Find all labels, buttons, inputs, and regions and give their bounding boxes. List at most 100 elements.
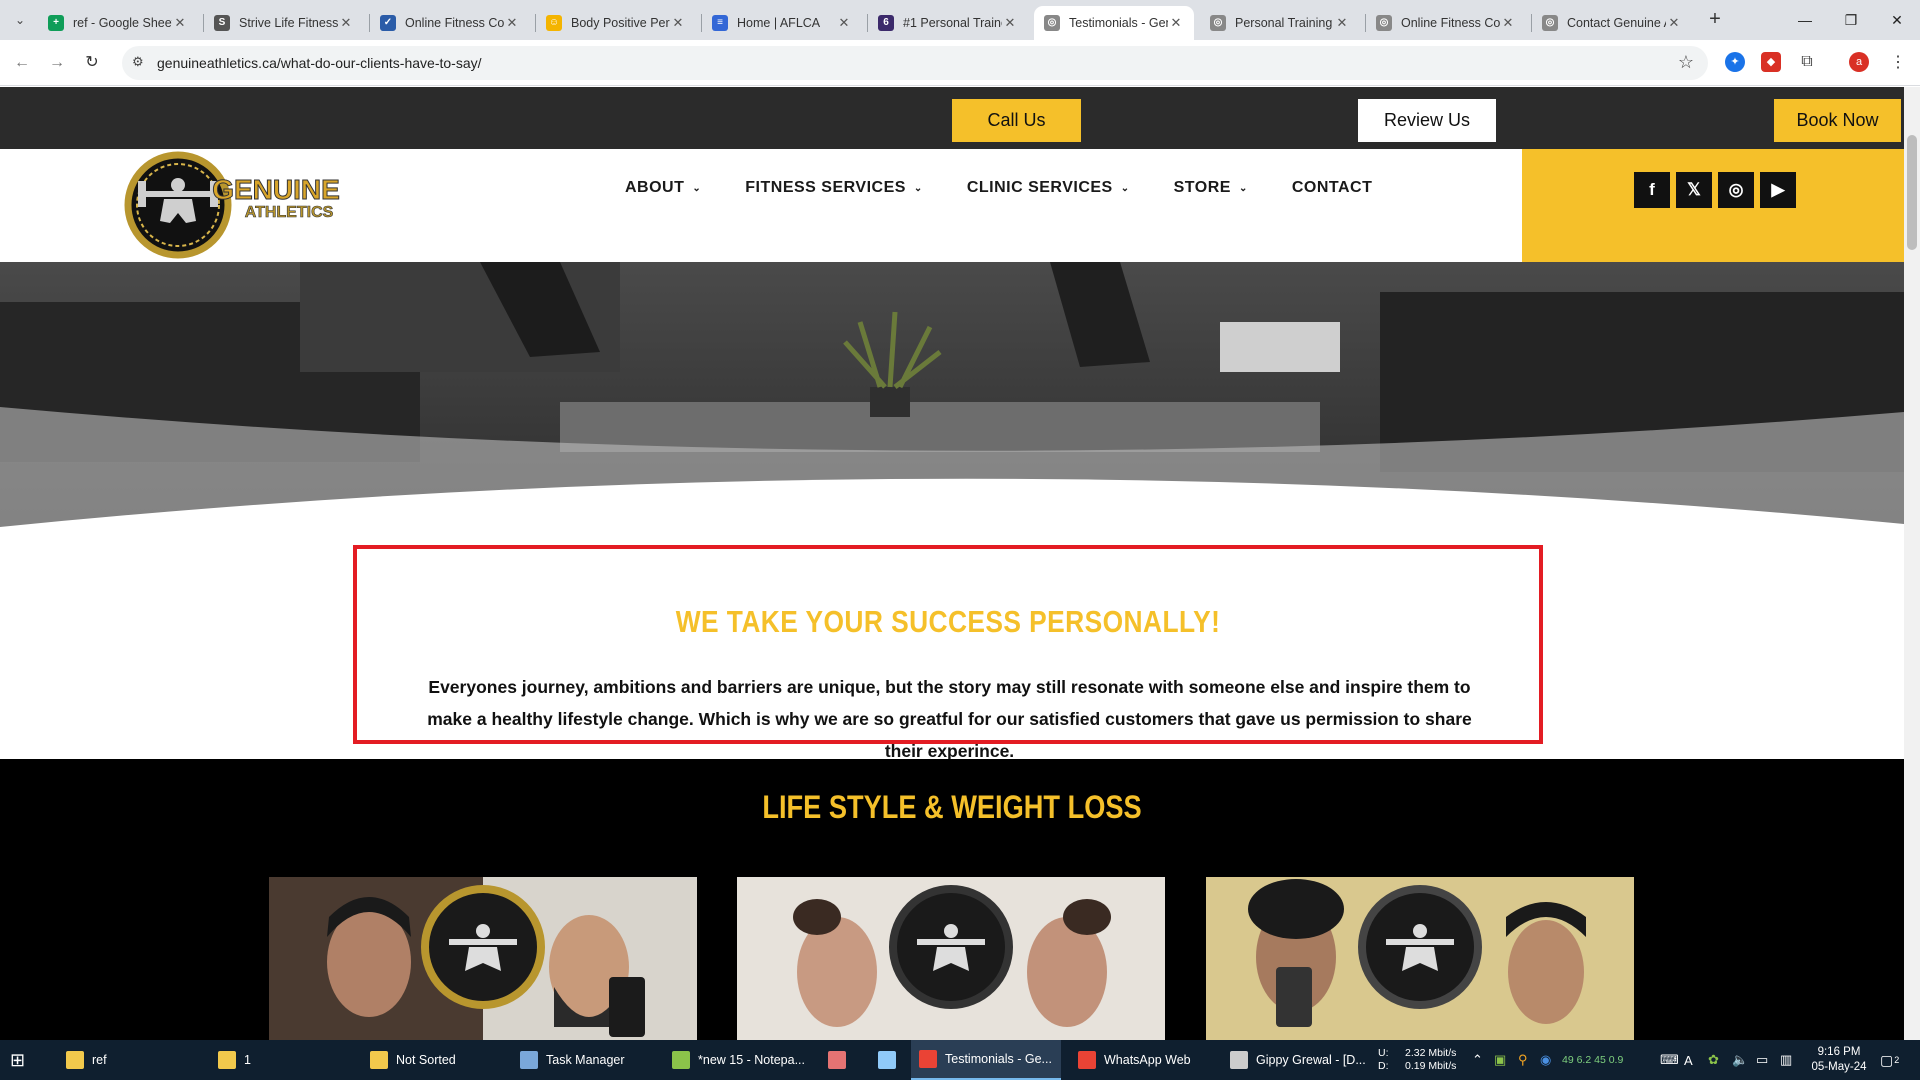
book-now-button[interactable]: Book Now: [1774, 99, 1901, 142]
taskbar-app[interactable]: WhatsApp Web: [1070, 1040, 1218, 1080]
site-info-icon[interactable]: ⚙: [132, 54, 144, 70]
testimonial-photo-3[interactable]: [1206, 877, 1634, 1040]
extension-icon[interactable]: ✦: [1725, 52, 1745, 72]
testimonial-photo-2[interactable]: [737, 877, 1165, 1040]
tab-title: Online Fitness Coaching: [1401, 16, 1500, 30]
tray-search-icon[interactable]: ⚲: [1518, 1040, 1528, 1080]
close-window-button[interactable]: ✕: [1874, 0, 1920, 40]
browser-tab[interactable]: ✓ Online Fitness Coaching✕: [370, 6, 530, 40]
web-page: Call Us Review Us Book Now GENUINE ATHLE…: [0, 87, 1904, 1040]
section-title: LIFE STYLE & WEIGHT LOSS: [762, 789, 1142, 825]
network-icon[interactable]: ▥: [1780, 1040, 1792, 1080]
new-tab-button[interactable]: +: [1703, 8, 1727, 32]
reload-icon[interactable]: ↻: [80, 51, 104, 75]
close-tab-icon[interactable]: ✕: [1002, 15, 1018, 31]
forward-icon[interactable]: →: [45, 51, 69, 75]
close-tab-icon[interactable]: ✕: [338, 15, 354, 31]
browser-tab[interactable]: + ref - Google Sheets ✕: [38, 6, 198, 40]
browser-tab[interactable]: ◎ Testimonials - Genuine✕: [1034, 6, 1194, 40]
nav-fitness-services[interactable]: FITNESS SERVICES ⌄: [745, 179, 923, 197]
youtube-icon[interactable]: ▶: [1760, 172, 1796, 208]
battery-icon[interactable]: ▭: [1756, 1040, 1768, 1080]
scrollbar-thumb[interactable]: [1907, 135, 1917, 250]
minimize-button[interactable]: —: [1782, 0, 1828, 40]
notification-center-icon[interactable]: ▢ 2: [1880, 1040, 1899, 1080]
bookmark-star-icon[interactable]: ☆: [1678, 52, 1694, 73]
close-tab-icon[interactable]: ✕: [172, 15, 188, 31]
testimonial-photo-1[interactable]: [269, 877, 697, 1040]
windows-taskbar: ⊞ ref 1 Not Sorted Task Manager *new 15 - No…: [0, 1040, 1920, 1080]
browser-tab[interactable]: ◎ Online Fitness Coaching✕: [1366, 6, 1526, 40]
tray-stats: 49 6.2 45 0.9: [1562, 1054, 1624, 1066]
windows-start-icon[interactable]: ⊞: [10, 1040, 40, 1080]
address-bar[interactable]: ⚙ genuineathletics.ca/what-do-our-client…: [122, 46, 1708, 80]
tray-language-icon[interactable]: A: [1684, 1040, 1693, 1080]
clock[interactable]: 9:16 PM 05-May-24: [1804, 1040, 1874, 1080]
nav-about[interactable]: ABOUT ⌄: [625, 179, 701, 197]
shield-extension-icon[interactable]: ◆: [1761, 52, 1781, 72]
nav-store[interactable]: STORE ⌄: [1174, 179, 1248, 197]
net-up-speed: 2.32 Mbit/s: [1405, 1047, 1457, 1059]
taskbar-app[interactable]: 1: [210, 1040, 355, 1080]
genuine-athletics-logo[interactable]: GENUINE ATHLETICS: [124, 151, 384, 259]
browser-tab[interactable]: S Strive Life Fitness ✕: [204, 6, 364, 40]
tray-shield-icon[interactable]: ✿: [1708, 1040, 1719, 1080]
app-icon: [672, 1051, 690, 1069]
review-us-button[interactable]: Review Us: [1358, 99, 1496, 142]
close-tab-icon[interactable]: ✕: [504, 15, 520, 31]
tray-globe-icon[interactable]: ◉: [1540, 1040, 1551, 1080]
nav-label: ABOUT: [625, 179, 685, 196]
nav-contact[interactable]: CONTACT: [1292, 179, 1373, 197]
browser-menu-icon[interactable]: ⋮: [1886, 51, 1910, 75]
page-scrollbar[interactable]: [1904, 87, 1920, 1040]
browser-tab[interactable]: ≡ Home | AFLCA ✕: [702, 6, 862, 40]
browser-tab[interactable]: ◎ Personal Training ✕: [1200, 6, 1360, 40]
x-twitter-icon[interactable]: 𝕏: [1676, 172, 1712, 208]
facebook-icon[interactable]: f: [1634, 172, 1670, 208]
genuine-icon: ◎: [1542, 15, 1558, 31]
restore-button[interactable]: ❐: [1828, 0, 1874, 40]
tray-keyboard-icon[interactable]: ⌨: [1660, 1040, 1679, 1080]
browser-tab[interactable]: 6 #1 Personal Trainer ✕: [868, 6, 1028, 40]
taskbar-app-label: Gippy Grewal - [D...: [1256, 1053, 1366, 1067]
taskbar-app[interactable]: [820, 1040, 864, 1080]
extensions-puzzle-icon[interactable]: ⧉: [1797, 52, 1817, 72]
close-tab-icon[interactable]: ✕: [1666, 15, 1682, 31]
nav-clinic-services[interactable]: CLINIC SERVICES ⌄: [967, 179, 1130, 197]
instagram-icon[interactable]: ◎: [1718, 172, 1754, 208]
taskbar-app[interactable]: Gippy Grewal - [D...: [1222, 1040, 1372, 1080]
taskbar-app-label: ref: [92, 1053, 107, 1067]
tab-search-icon[interactable]: ⌄: [8, 8, 32, 32]
call-us-button[interactable]: Call Us: [952, 99, 1081, 142]
close-tab-icon[interactable]: ✕: [670, 15, 686, 31]
genuine-icon: ◎: [1376, 15, 1392, 31]
chevron-down-icon: ⌄: [1120, 182, 1130, 194]
back-icon[interactable]: ←: [10, 51, 34, 75]
close-tab-icon[interactable]: ✕: [1334, 15, 1350, 31]
hero-photo-lounge: [0, 262, 1904, 532]
taskbar-app[interactable]: [870, 1040, 910, 1080]
browser-tab[interactable]: ◎ Contact Genuine Athletics✕: [1532, 6, 1692, 40]
browser-tab[interactable]: ☺ Body Positive Personal✕: [536, 6, 696, 40]
chevron-down-icon: ⌄: [1238, 182, 1248, 194]
tab-title: Strive Life Fitness: [239, 16, 338, 30]
tray-app-icon[interactable]: ▣: [1494, 1040, 1506, 1080]
close-tab-icon[interactable]: ✕: [836, 15, 852, 31]
close-tab-icon[interactable]: ✕: [1168, 15, 1184, 31]
browser-toolbar: ← → ↻ ⚙ genuineathletics.ca/what-do-our-…: [0, 40, 1920, 86]
taskbar-app[interactable]: *new 15 - Notepa...: [664, 1040, 809, 1080]
taskbar-app[interactable]: ref: [58, 1040, 203, 1080]
taskbar-app[interactable]: Task Manager: [512, 1040, 657, 1080]
url-text[interactable]: genuineathletics.ca/what-do-our-clients-…: [157, 55, 482, 71]
genuine-icon: ◎: [1044, 15, 1060, 31]
profile-avatar[interactable]: a: [1849, 52, 1869, 72]
taskbar-app[interactable]: Testimonials - Ge...: [911, 1040, 1061, 1080]
chevron-down-icon: ⌄: [913, 182, 923, 194]
tab-title: ref - Google Sheets: [73, 16, 172, 30]
hero-image: [0, 262, 1904, 532]
volume-icon[interactable]: 🔈: [1732, 1040, 1748, 1080]
tray-overflow-icon[interactable]: ⌃: [1472, 1040, 1483, 1080]
close-tab-icon[interactable]: ✕: [1500, 15, 1516, 31]
taskbar-app[interactable]: Not Sorted: [362, 1040, 507, 1080]
tab-title: Home | AFLCA: [737, 16, 821, 30]
